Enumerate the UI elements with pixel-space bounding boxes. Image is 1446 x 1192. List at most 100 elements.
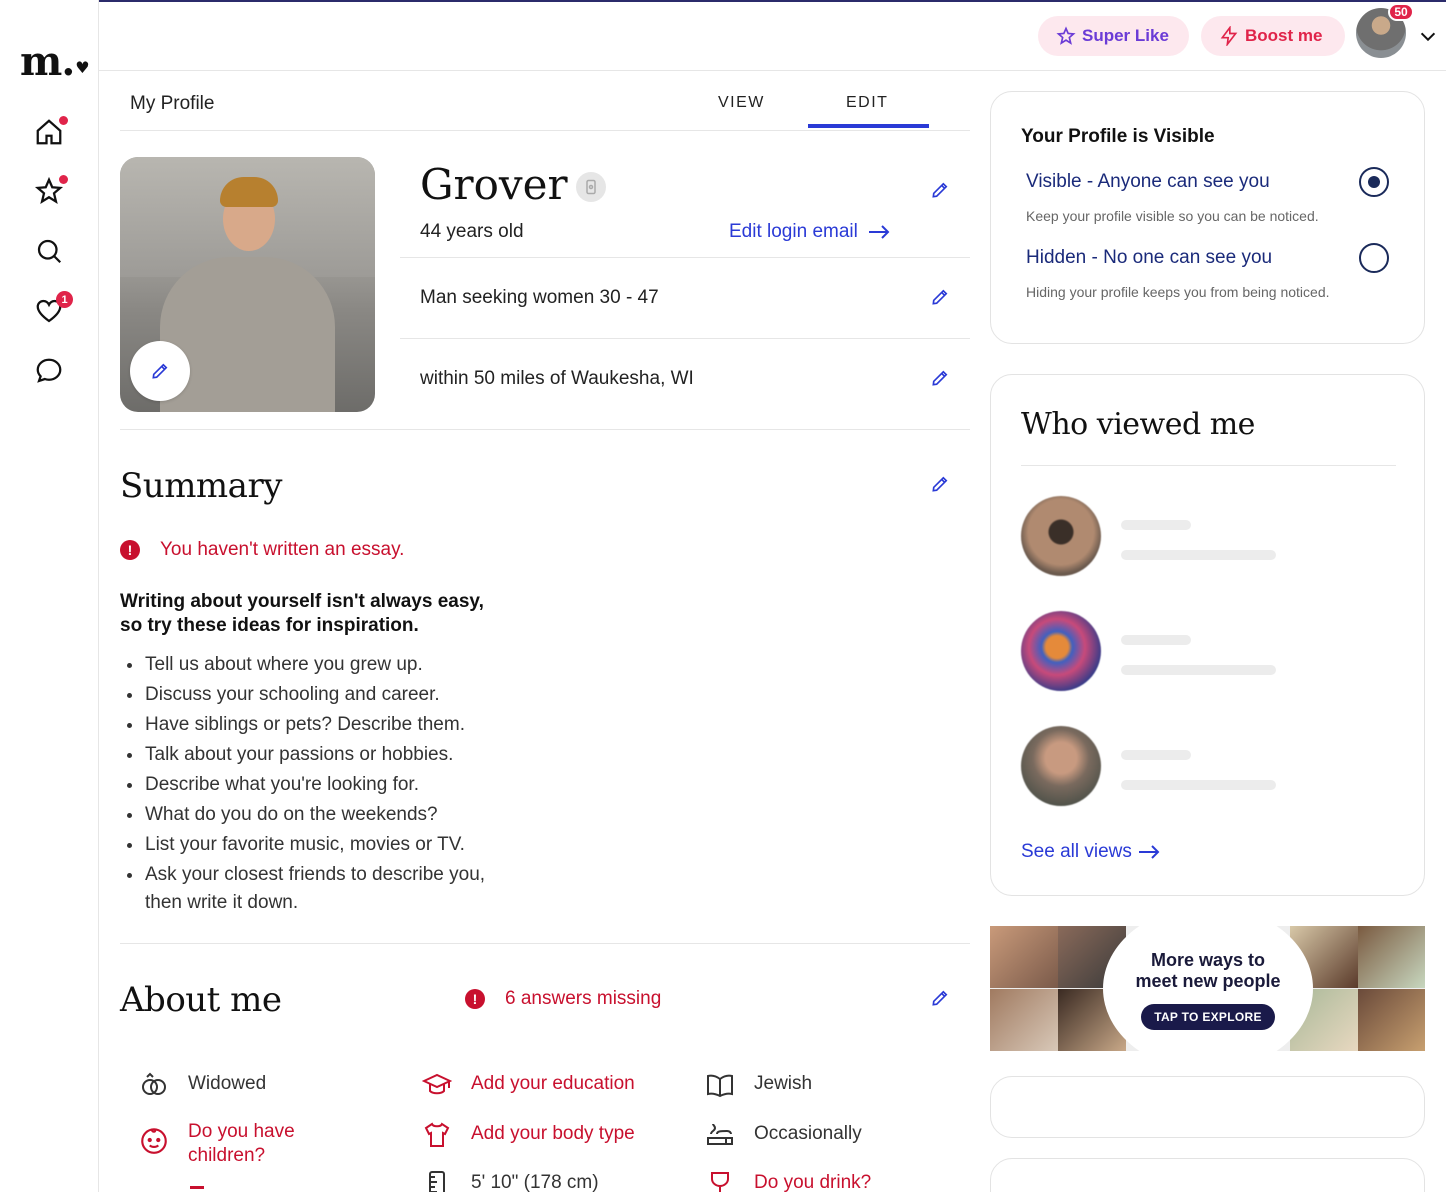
banner-headline: More ways to meet new people — [1135, 950, 1281, 991]
pencil-icon — [932, 990, 948, 1006]
list-item: Tell us about where you grew up. — [126, 650, 485, 680]
alert-icon: ! — [465, 989, 485, 1009]
who-viewed-title: Who viewed me — [1021, 407, 1255, 442]
match-logo[interactable]: m.♥ — [20, 38, 90, 85]
nav-favorites[interactable] — [31, 173, 68, 209]
profile-name: Grover — [420, 160, 568, 209]
visible-option-desc: Keep your profile visible so you can be … — [1026, 208, 1319, 224]
height-item[interactable]: 5' 10" (178 cm) — [421, 1171, 599, 1192]
children-item[interactable]: Do you have children? — [138, 1120, 318, 1168]
tip-continuation: then write it down. — [145, 892, 299, 913]
home-notification-dot — [59, 116, 68, 125]
chevron-down-icon[interactable] — [1417, 26, 1439, 48]
graduation-cap-icon — [421, 1069, 453, 1101]
tab-edit[interactable]: EDIT — [846, 94, 888, 112]
smoking-icon — [704, 1119, 736, 1151]
boost-button[interactable]: Boost me — [1201, 16, 1345, 56]
hidden-radio[interactable] — [1359, 243, 1389, 273]
hidden-option-desc: Hiding your profile keeps you from being… — [1026, 284, 1330, 300]
edit-about-button[interactable] — [929, 987, 951, 1009]
list-item: Talk about your passions or hobbies. — [126, 740, 485, 770]
radio-selected-dot — [1368, 176, 1380, 188]
edit-seeking-button[interactable] — [929, 286, 951, 308]
pencil-icon — [932, 289, 948, 305]
alert-icon: ! — [120, 540, 140, 560]
nav-messages[interactable] — [31, 353, 67, 389]
nav-search[interactable] — [31, 233, 67, 269]
verify-phone-icon[interactable] — [576, 172, 606, 202]
visible-radio[interactable] — [1359, 167, 1389, 197]
star-outline-icon — [1056, 26, 1076, 45]
hidden-option-label[interactable]: Hidden - No one can see you — [1026, 247, 1272, 269]
tips-list: Tell us about where you grew up. Discuss… — [126, 650, 485, 890]
book-icon — [704, 1069, 736, 1101]
empty-card — [990, 1076, 1425, 1138]
visibility-title: Your Profile is Visible — [1021, 126, 1215, 147]
banner-photo — [990, 989, 1058, 1051]
active-tab-indicator — [808, 124, 929, 128]
edit-login-email-link[interactable]: Edit login email — [729, 221, 890, 243]
shirt-icon — [421, 1119, 453, 1151]
skeleton-line — [1121, 780, 1276, 790]
skeleton-line — [1121, 550, 1276, 560]
nav-home[interactable] — [31, 114, 68, 150]
visibility-card: Your Profile is Visible Visible - Anyone… — [990, 91, 1425, 344]
summary-heading: Summary — [120, 466, 282, 506]
tips-heading: Writing about yourself isn't always easy… — [120, 591, 484, 636]
education-item[interactable]: Add your education — [421, 1073, 635, 1101]
smoking-item[interactable]: Occasionally — [704, 1123, 862, 1151]
ruler-icon — [421, 1168, 453, 1192]
child-face-icon — [138, 1124, 170, 1156]
banner-photo — [990, 926, 1058, 988]
viewer-avatar-blurred[interactable] — [1021, 496, 1101, 576]
skeleton-line — [1121, 635, 1191, 645]
marital-status-item[interactable]: Widowed — [138, 1072, 266, 1101]
location-preference: within 50 miles of Waukesha, WI — [420, 368, 694, 389]
search-icon — [37, 239, 62, 264]
left-sidebar: m.♥ 1 — [0, 0, 99, 1192]
list-item: List your favorite music, movies or TV. — [126, 830, 485, 860]
skeleton-line — [1121, 665, 1276, 675]
religion-item[interactable]: Jewish — [704, 1073, 812, 1101]
pencil-icon — [932, 476, 948, 492]
divider — [1021, 465, 1396, 466]
divider — [400, 338, 970, 339]
drinking-item[interactable]: Do you drink? — [704, 1172, 871, 1192]
edit-summary-button[interactable] — [929, 473, 951, 495]
pencil-icon — [932, 182, 948, 198]
cut-off-item-hint — [190, 1186, 204, 1189]
lightning-icon — [1220, 26, 1238, 46]
tap-to-explore-button[interactable]: TAP TO EXPLORE — [1141, 1004, 1275, 1030]
skeleton-line — [1121, 750, 1191, 760]
banner-photo — [1358, 926, 1425, 988]
arrow-right-icon — [868, 225, 890, 239]
edit-name-button[interactable] — [929, 179, 951, 201]
list-item: Describe what you're looking for. — [126, 770, 485, 800]
super-like-button[interactable]: Super Like — [1038, 16, 1189, 56]
boost-label: Boost me — [1245, 26, 1323, 45]
pencil-icon — [152, 363, 168, 379]
top-header: Super Like Boost me 50 — [99, 2, 1446, 71]
explore-banner[interactable]: More ways to meet new people TAP TO EXPL… — [990, 926, 1425, 1051]
photo-edit-button[interactable] — [130, 341, 190, 401]
nav-likes[interactable]: 1 — [31, 291, 73, 329]
viewer-avatar-blurred[interactable] — [1021, 611, 1101, 691]
viewer-avatar-blurred[interactable] — [1021, 726, 1101, 806]
body-type-item[interactable]: Add your body type — [421, 1122, 635, 1151]
see-all-views-link[interactable]: See all views — [1021, 841, 1160, 863]
page-title: My Profile — [130, 93, 215, 114]
essay-warning: ! You haven't written an essay. — [120, 539, 404, 561]
list-item: Ask your closest friends to describe you… — [126, 860, 485, 890]
profile-age: 44 years old — [420, 221, 524, 242]
tab-view[interactable]: VIEW — [718, 94, 765, 112]
who-viewed-card: Who viewed me See all views — [990, 374, 1425, 896]
visible-option-label[interactable]: Visible - Anyone can see you — [1026, 171, 1270, 193]
pencil-icon — [932, 370, 948, 386]
answers-missing-text: 6 answers missing — [505, 988, 662, 1009]
edit-location-button[interactable] — [929, 367, 951, 389]
super-like-label: Super Like — [1082, 26, 1169, 45]
divider — [120, 943, 970, 944]
arrow-right-icon — [1138, 845, 1160, 859]
profile-tabs-bar: My Profile VIEW EDIT — [120, 72, 970, 131]
see-all-views-label: See all views — [1021, 841, 1132, 862]
